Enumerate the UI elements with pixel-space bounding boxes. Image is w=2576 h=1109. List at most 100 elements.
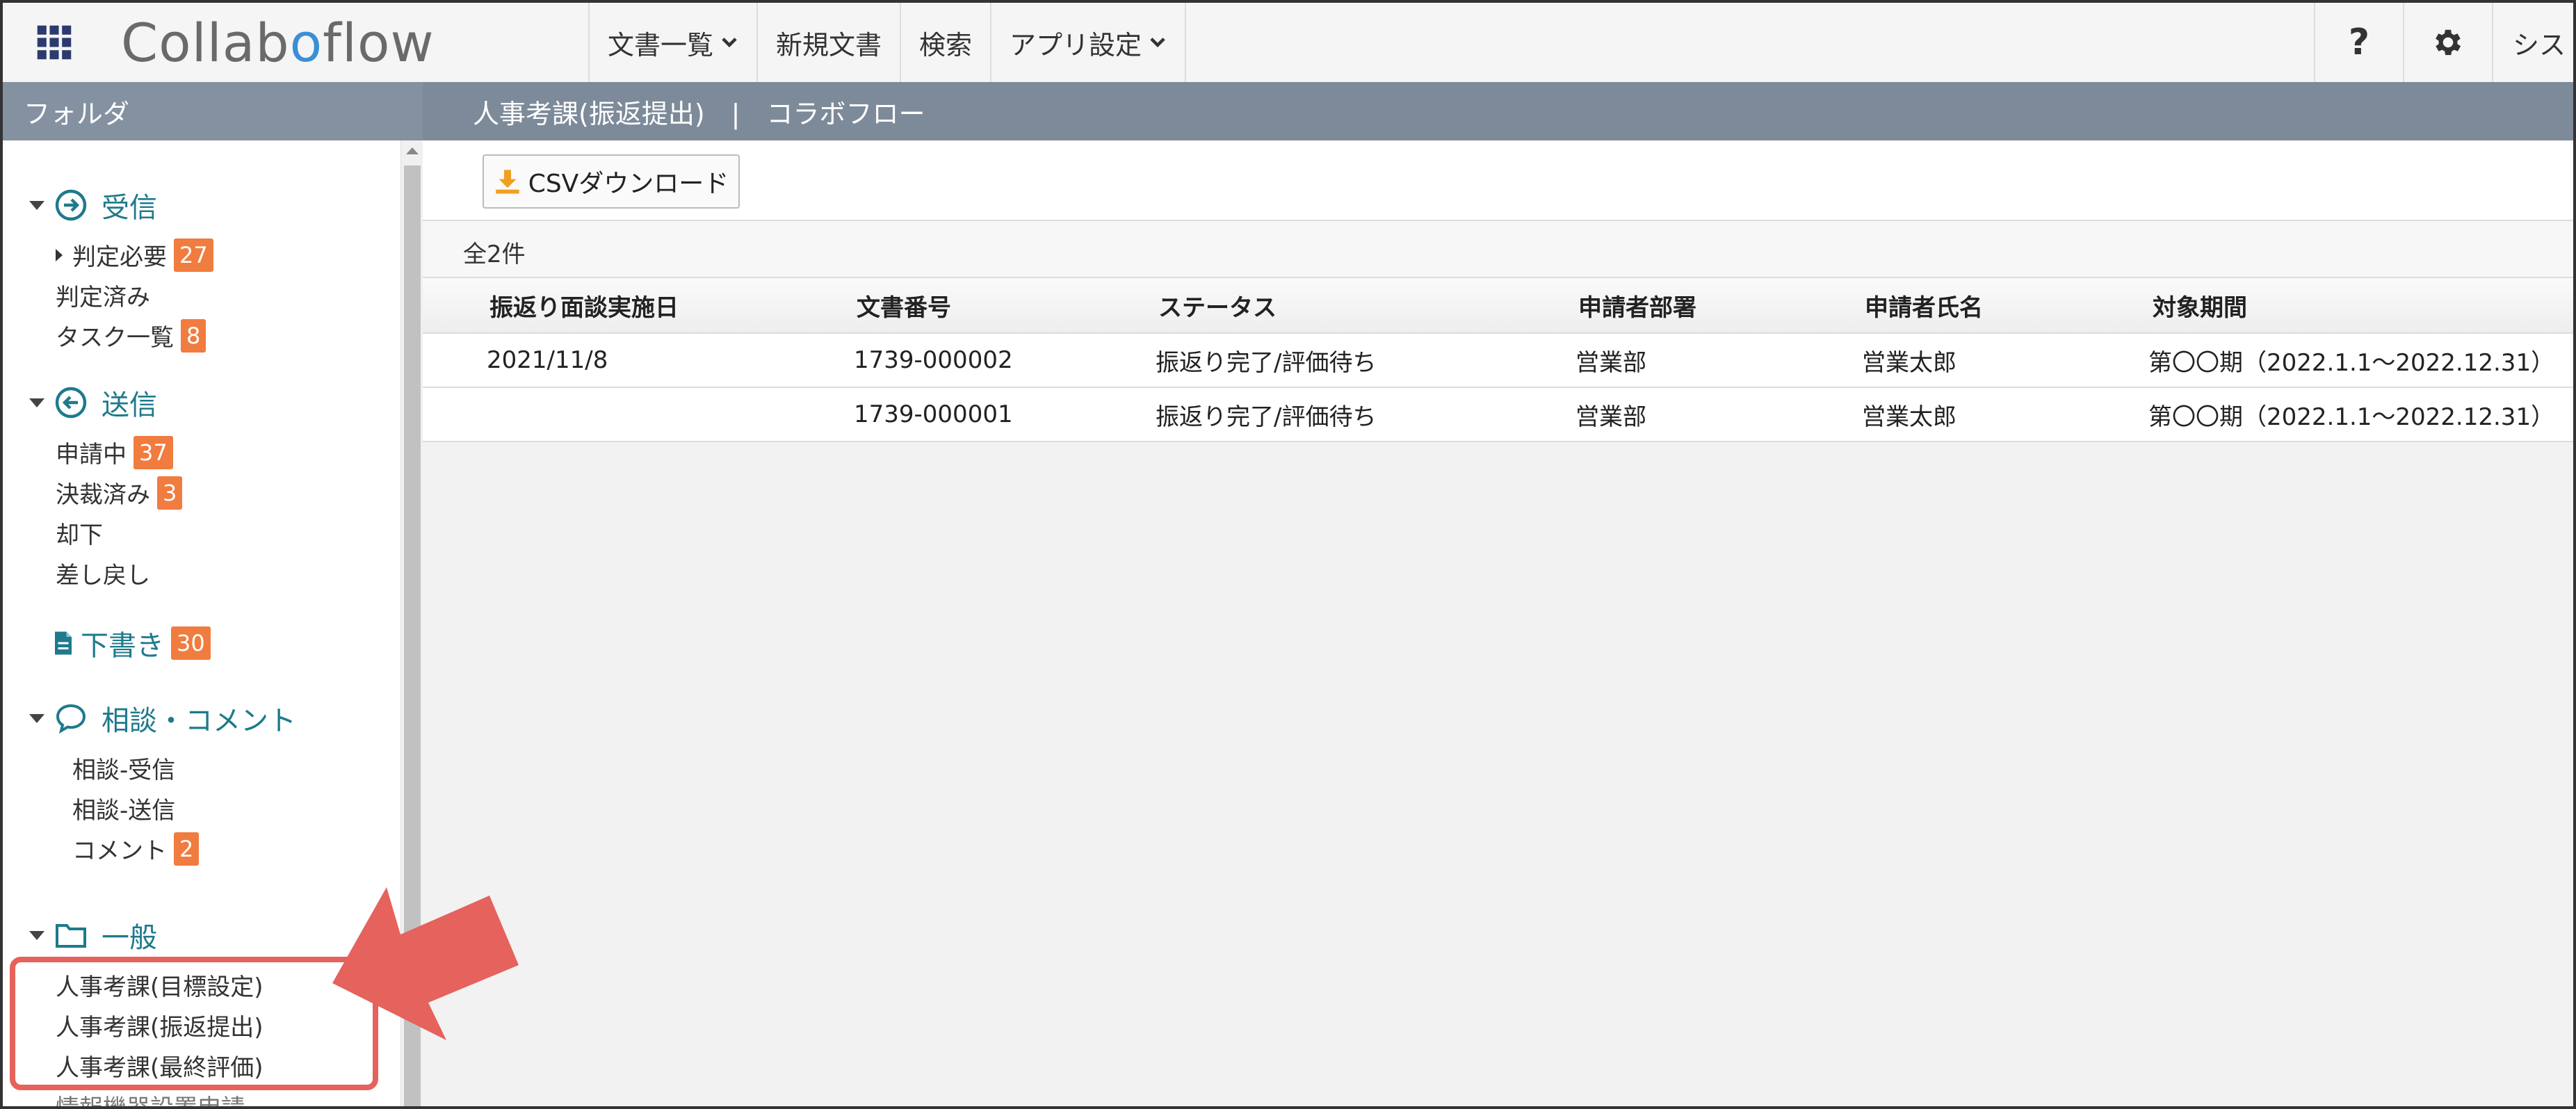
logo-text-accent: o	[289, 11, 323, 74]
annotation-arrow-icon	[332, 887, 519, 1040]
nav-label: 検索	[919, 29, 973, 60]
sidebar-item-label: 決裁済み	[56, 481, 150, 509]
sidebar-item-label: 判定必要	[72, 243, 167, 271]
app-grid-button[interactable]	[19, 18, 89, 67]
settings-button[interactable]	[2403, 3, 2492, 82]
sidebar-item-rejected[interactable]: 却下	[56, 516, 103, 550]
app-frame: Collab o flow 文書一覧 新規文書 検索 アプリ設定 ? シス フォ…	[0, 0, 2576, 1109]
help-icon: ?	[2348, 22, 2370, 63]
logo-text-post: flow	[323, 11, 435, 74]
page-title: 人事考課(振返提出) | コラボフロー	[473, 98, 925, 129]
logo-text-pre: Collab	[121, 11, 290, 74]
sidebar-item-label: 申請中	[56, 441, 127, 469]
cell-applicant-name: 営業太郎	[1862, 403, 1957, 431]
column-header-applicant-name[interactable]: 申請者氏名	[1865, 278, 1983, 332]
nav-label: アプリ設定	[1010, 29, 1142, 60]
csv-download-button[interactable]: CSVダウンロード	[483, 154, 740, 209]
top-bar: Collab o flow 文書一覧 新規文書 検索 アプリ設定 ? シス	[3, 3, 2573, 83]
sidebar-item-needs-decision[interactable]: 判定必要 27	[56, 238, 213, 272]
cell-status: 振返り完了/評価待ち	[1156, 403, 1377, 431]
column-header-document-number[interactable]: 文書番号	[857, 278, 951, 332]
nav-label: 文書一覧	[608, 29, 714, 60]
count-badge: 30	[171, 626, 211, 660]
table-header: 振返り面談実施日 文書番号 ステータス 申請者部署 申請者氏名 対象期間	[423, 277, 2573, 334]
system-menu[interactable]: シス	[2492, 3, 2573, 82]
cell-target-period: 第〇〇期（2022.1.1～2022.12.31）	[2148, 403, 2555, 431]
sidebar-item-task-list[interactable]: タスク一覧 8	[56, 318, 206, 353]
column-header-status[interactable]: ステータス	[1158, 278, 1277, 332]
app-logo[interactable]: Collab o flow	[121, 11, 435, 74]
help-button[interactable]: ?	[2314, 3, 2403, 82]
sidebar-item-label: 判定済み	[56, 284, 150, 311]
nav-new-document[interactable]: 新規文書	[756, 3, 900, 82]
sidebar-item-drafts[interactable]: 下書き 30	[53, 623, 211, 663]
count-badge: 8	[181, 318, 206, 353]
sidebar-item-comments[interactable]: コメント 2	[72, 832, 200, 866]
sidebar-header-label: フォルダ	[24, 98, 130, 129]
sidebar-item-approved[interactable]: 決裁済み 3	[56, 476, 183, 510]
section-general[interactable]: 一般	[29, 915, 157, 955]
section-consult-label: 相談・コメント	[102, 705, 296, 737]
section-send-label: 送信	[102, 389, 157, 421]
sidebar-item-label: 却下	[56, 521, 103, 549]
chevron-down-icon	[722, 38, 737, 48]
sidebar-item-label: 差し戻し	[56, 562, 150, 590]
count-badge: 37	[133, 435, 173, 469]
system-menu-label: シス	[2513, 29, 2566, 60]
result-count-bar: 全2件	[423, 221, 2573, 277]
cell-status: 振返り完了/評価待ち	[1156, 348, 1377, 377]
section-send[interactable]: 送信	[29, 382, 157, 423]
column-header-review-date[interactable]: 振返り面談実施日	[489, 278, 679, 332]
count-badge: 2	[174, 832, 200, 866]
scroll-up-icon[interactable]	[406, 147, 419, 154]
sidebar-header: フォルダ	[3, 82, 423, 140]
sidebar-item-device-install[interactable]: 情報機器設置申請	[56, 1089, 245, 1109]
right-tools: ? シス	[2314, 3, 2573, 82]
main-nav: 文書一覧 新規文書 検索 アプリ設定	[588, 3, 1187, 82]
nav-label: 新規文書	[776, 29, 882, 60]
cell-document-number: 1739-000001	[854, 400, 1013, 428]
caret-right-icon	[56, 248, 63, 261]
table-row[interactable]: 2021/11/8 1739-000002 振返り完了/評価待ち 営業部 営業太…	[423, 334, 2573, 388]
grid-icon	[37, 25, 72, 60]
caret-down-icon	[29, 398, 44, 407]
chevron-down-icon	[1150, 38, 1165, 48]
sidebar-item-in-application[interactable]: 申請中 37	[56, 435, 173, 469]
section-receive[interactable]: 受信	[29, 185, 157, 225]
arrow-right-circle-icon	[55, 189, 87, 221]
sidebar-item-label: 相談-送信	[72, 797, 176, 825]
section-general-label: 一般	[102, 922, 157, 954]
nav-document-list[interactable]: 文書一覧	[588, 3, 756, 82]
result-count: 全2件	[463, 241, 526, 268]
sidebar-item-label: 情報機器設置申請	[56, 1094, 245, 1109]
cell-review-date: 2021/11/8	[487, 346, 608, 374]
sidebar-item-consult-sent[interactable]: 相談-送信	[72, 791, 175, 825]
csv-download-label: CSVダウンロード	[528, 170, 729, 198]
main-header: 人事考課(振返提出) | コラボフロー	[423, 82, 2573, 140]
column-header-department[interactable]: 申請者部署	[1578, 278, 1696, 332]
arrow-left-circle-icon	[55, 387, 87, 419]
cell-document-number: 1739-000002	[854, 346, 1013, 374]
speech-bubble-icon	[56, 704, 86, 734]
sidebar-item-label: 相談-受信	[72, 756, 176, 784]
sidebar-item-label: 下書き	[81, 630, 164, 662]
sidebar-item-consult-received[interactable]: 相談-受信	[72, 751, 175, 785]
caret-down-icon	[29, 713, 44, 723]
section-receive-label: 受信	[102, 192, 157, 224]
folder-icon	[56, 924, 86, 948]
sidebar-item-returned[interactable]: 差し戻し	[56, 556, 150, 590]
section-consult[interactable]: 相談・コメント	[29, 698, 296, 738]
gear-icon	[2436, 29, 2461, 56]
sidebar-item-label: コメント	[72, 837, 167, 865]
column-header-target-period[interactable]: 対象期間	[2153, 278, 2247, 332]
main-toolbar: CSVダウンロード	[423, 140, 2573, 221]
cell-department: 営業部	[1575, 403, 1646, 431]
document-table: 振返り面談実施日 文書番号 ステータス 申請者部署 申請者氏名 対象期間 202…	[423, 277, 2573, 442]
table-row[interactable]: 1739-000001 振返り完了/評価待ち 営業部 営業太郎 第〇〇期（202…	[423, 388, 2573, 442]
sidebar-item-decided[interactable]: 判定済み	[56, 278, 150, 312]
nav-search[interactable]: 検索	[900, 3, 990, 82]
cell-department: 営業部	[1575, 348, 1646, 377]
nav-app-settings[interactable]: アプリ設定	[990, 3, 1187, 82]
count-badge: 27	[174, 238, 213, 272]
caret-down-icon	[29, 200, 44, 210]
